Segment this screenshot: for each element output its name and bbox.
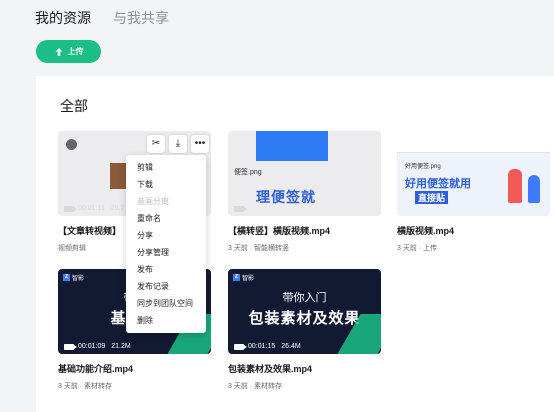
menu-item-delete[interactable]: 删除: [126, 312, 206, 329]
video-card[interactable]: 好用便签.png 好用便签就用 直接贴 横版视频.mp4 3 天前 · 上传: [397, 131, 550, 253]
duration: 00:01:09: [78, 343, 106, 350]
menu-item-share-manage[interactable]: 分享管理: [126, 244, 206, 261]
thumbnail-headline: 理便签就: [256, 189, 316, 205]
thumbnail-image: [256, 131, 328, 161]
file-size: 26.4M: [281, 343, 301, 350]
video-thumbnail[interactable]: 便签.png 理便签就: [228, 131, 381, 216]
duration-info: 00:01:15 26.4M: [234, 343, 301, 350]
download-icon[interactable]: ⤓: [169, 135, 187, 153]
illustration-person: [528, 175, 540, 203]
video-name[interactable]: 横版视频.mp4: [397, 224, 550, 237]
video-meta: 3 天前 · 素材转存: [228, 383, 283, 390]
menu-item-sync-team[interactable]: 同步到团队空间: [126, 295, 206, 312]
thumbnail-subline: 直接贴: [415, 191, 449, 204]
video-camera-icon: [234, 206, 247, 212]
video-name[interactable]: 基础功能介绍.mp4: [58, 362, 211, 375]
menu-item-separate-audio: 音画分离: [137, 197, 169, 206]
illustration-person: [508, 169, 522, 203]
file-size: 26.2: [110, 205, 125, 212]
thumbnail-headline: 好用便签就用: [405, 178, 471, 190]
video-thumbnail[interactable]: 好用便签.png 好用便签就用 直接贴: [397, 131, 550, 216]
duration: 00:01:11: [78, 205, 105, 212]
duration-info: [234, 206, 247, 212]
thumbnail-browser-bar: [397, 131, 550, 153]
video-camera-icon: [64, 343, 77, 350]
thumbnail-tag: 便签.png: [234, 169, 262, 176]
menu-item-download[interactable]: 下载: [126, 176, 206, 193]
scissors-icon[interactable]: ✂: [147, 135, 165, 153]
video-name[interactable]: 包装素材及效果.mp4: [228, 362, 381, 375]
file-size: 21.2M: [111, 343, 131, 350]
video-meta: 3 天前 · 素材转存: [58, 383, 113, 390]
video-name[interactable]: 【横转竖】横版视频.mp4: [228, 224, 381, 237]
menu-item-publish[interactable]: 发布: [126, 261, 206, 278]
duration: 00:01:15: [248, 343, 276, 350]
tab-my-resources[interactable]: 我的资源: [35, 9, 91, 27]
video-meta: 3 天前 · 智能横转竖: [228, 245, 290, 252]
section-title: 全部: [60, 98, 88, 114]
video-meta: 3 天前 · 上传: [397, 245, 438, 252]
brand-logo: Z 智影: [233, 274, 255, 282]
video-thumbnail[interactable]: Z 智影 带你入门 包装素材及效果 00:01:15 26.4M: [228, 269, 381, 354]
card-toolbar: ✂ ⤓ •••: [147, 135, 209, 153]
upload-icon: [55, 47, 62, 56]
video-camera-icon: [64, 205, 77, 212]
menu-item-edit[interactable]: 剪辑: [126, 159, 206, 176]
context-menu: 剪辑 下载 音画分离 重命名 分享 分享管理 发布 发布记录 同步到团队空间 删…: [126, 155, 206, 333]
menu-item-publish-records[interactable]: 发布记录: [126, 278, 206, 295]
resource-panel: 全部 ✂ ⤓ ••• 00:01:11 26.2 【文章转视频】 视频剪辑 便签…: [36, 76, 554, 412]
video-card[interactable]: Z 智影 带你入门 包装素材及效果 00:01:15 26.4M 包装素材及效果.…: [228, 269, 381, 391]
select-radio[interactable]: [66, 139, 77, 150]
tab-shared-with-me[interactable]: 与我共享: [113, 9, 169, 27]
duration-info: 00:01:11 26.2: [64, 205, 124, 212]
duration-info: 00:01:09 21.2M: [64, 343, 131, 350]
upload-button[interactable]: 上传: [36, 40, 101, 63]
video-camera-icon: [234, 343, 247, 350]
brand-logo: Z 智影: [63, 274, 85, 282]
more-icon[interactable]: •••: [191, 135, 209, 153]
menu-item-share[interactable]: 分享: [126, 227, 206, 244]
thumbnail-line1: 带你入门: [282, 292, 327, 304]
resource-tabs: 我的资源 与我共享: [35, 9, 169, 27]
video-card[interactable]: 便签.png 理便签就 【横转竖】横版视频.mp4 3 天前 · 智能横转竖: [228, 131, 381, 253]
upload-label: 上传: [67, 47, 84, 56]
menu-item-rename[interactable]: 重命名: [126, 210, 206, 227]
thumbnail-tag: 好用便签.png: [405, 164, 441, 170]
